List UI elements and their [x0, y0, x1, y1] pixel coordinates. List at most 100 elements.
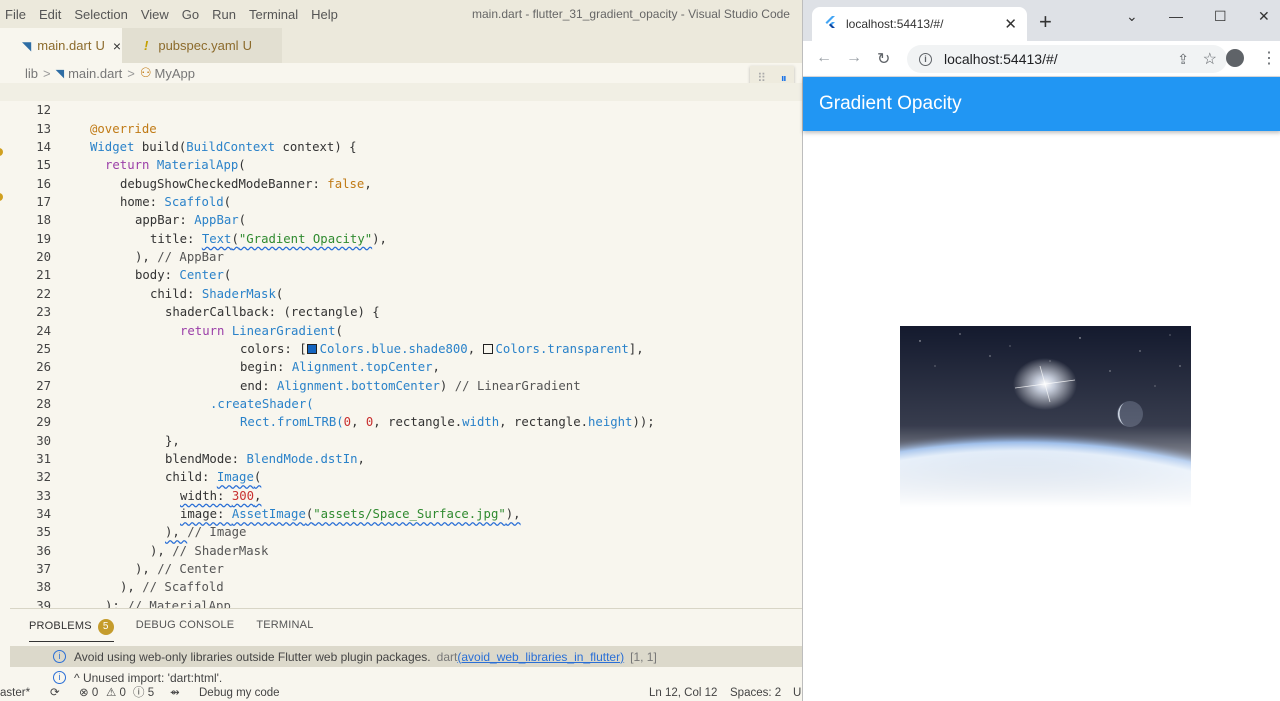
code-editor[interactable]: 12 @override 13 Widget build(BuildContex…: [0, 83, 802, 608]
status-branch[interactable]: aster*: [0, 686, 30, 701]
breadcrumb-file[interactable]: main.dart: [68, 66, 122, 81]
chevron-right-icon: >: [127, 65, 135, 81]
reload-icon[interactable]: ↻: [877, 49, 890, 69]
code-line: 36 ), // Center: [0, 523, 802, 576]
maximize-icon[interactable]: ☐: [1214, 8, 1227, 25]
dart-file-icon: ◥: [55, 67, 65, 80]
code-line: 30 blendMode: BlendMode.dstIn,: [0, 413, 802, 466]
breadcrumb-symbol[interactable]: MyApp: [155, 66, 195, 81]
menu-file[interactable]: File: [5, 7, 34, 22]
tab-label: pubspec.yaml: [158, 38, 239, 53]
code-line: 17 appBar: AppBar(: [0, 175, 802, 227]
tab-status: U: [95, 38, 105, 53]
browser-tab-strip: localhost:54413/#/ ✕ + ⌄ — ☐ ✕: [803, 0, 1280, 41]
menu-go[interactable]: Go: [182, 7, 207, 22]
problem-item[interactable]: i ^ Unused import: 'dart:html'.: [10, 667, 802, 688]
status-debug-config[interactable]: Debug my code: [199, 686, 280, 701]
code-line: 33 image: AssetImage("assets/Space_Surfa…: [0, 468, 802, 521]
status-encoding[interactable]: U: [793, 686, 801, 701]
yaml-file-icon: !: [144, 38, 149, 53]
app-title: Gradient Opacity: [819, 93, 962, 114]
tab-label: PROBLEMS: [29, 620, 92, 632]
code-line: 18 title: Text("Gradient Opacity"),: [0, 193, 802, 245]
problem-item[interactable]: i Avoid using web-only libraries outside…: [10, 646, 802, 667]
problem-position: [1, 1]: [630, 649, 657, 664]
code-line: 20 body: Center(: [0, 230, 802, 282]
site-info-icon[interactable]: i: [919, 52, 932, 66]
window-close-icon[interactable]: ✕: [1258, 8, 1270, 25]
browser-tab[interactable]: localhost:54413/#/ ✕: [812, 7, 1027, 41]
class-symbol-icon: ⚇: [139, 65, 152, 80]
code-line: 14 return MaterialApp(: [0, 120, 802, 172]
editor-tabs: ◥ main.dart U × ! pubspec.yaml U: [0, 28, 802, 63]
share-icon[interactable]: ⇪: [1177, 51, 1189, 68]
new-tab-icon[interactable]: +: [1039, 11, 1052, 33]
code-line: 24 colors: [Colors.blue.shade800, Colors…: [0, 303, 802, 356]
code-line: 21 child: ShaderMask(: [0, 248, 802, 300]
info-icon: i: [53, 671, 66, 684]
problem-message: Avoid using web-only libraries outside F…: [74, 649, 431, 664]
code-line: 15 debugShowCheckedModeBanner: false,: [0, 138, 802, 190]
menu-terminal[interactable]: Terminal: [249, 7, 306, 22]
code-line: 16 home: Scaffold(: [0, 156, 802, 209]
browser-tab-title: localhost:54413/#/: [846, 17, 944, 31]
close-tab-icon[interactable]: ✕: [1004, 15, 1017, 33]
status-errors[interactable]: ⊗ 0: [79, 686, 98, 701]
sync-icon[interactable]: ⟳: [50, 686, 60, 701]
tab-terminal[interactable]: TERMINAL: [256, 619, 313, 642]
browser-window: localhost:54413/#/ ✕ + ⌄ — ☐ ✕ ← → ↻ i l…: [802, 0, 1280, 701]
code-line: 26 end: Alignment.bottomCenter) // Linea…: [0, 340, 802, 392]
address-url: localhost:54413/#/: [944, 51, 1058, 67]
tab-label: main.dart: [37, 38, 92, 53]
tab-main-dart[interactable]: ◥ main.dart U ×: [0, 28, 122, 63]
code-line: 37 ), // Scaffold: [0, 542, 802, 594]
flutter-favicon-icon: [824, 15, 836, 33]
status-infos[interactable]: ⓘ 5: [133, 686, 154, 701]
tab-debug-console[interactable]: DEBUG CONSOLE: [136, 619, 235, 642]
menu-help[interactable]: Help: [311, 7, 346, 22]
chevron-right-icon: >: [43, 65, 51, 81]
bookmark-star-icon[interactable]: ☆: [1203, 49, 1217, 69]
status-warnings[interactable]: ⚠ 0: [106, 686, 126, 701]
vscode-window: File Edit Selection View Go Run Terminal…: [0, 0, 802, 701]
menu-edit[interactable]: Edit: [39, 7, 69, 22]
tab-search-icon[interactable]: ⌄: [1126, 8, 1138, 25]
status-indentation[interactable]: Spaces: 2: [730, 686, 781, 701]
tab-pubspec-yaml[interactable]: ! pubspec.yaml U: [122, 28, 282, 63]
address-bar[interactable]: i localhost:54413/#/ ⇪ ☆: [907, 45, 1227, 73]
code-line: 38 ); // MaterialApp: [0, 560, 802, 608]
menu-view[interactable]: View: [141, 7, 177, 22]
code-line: 34 ), // Image: [0, 487, 802, 539]
menu-selection[interactable]: Selection: [74, 7, 135, 22]
browser-toolbar: ← → ↻ i localhost:54413/#/ ⇪ ☆ ⋮: [803, 41, 1280, 77]
menu-run[interactable]: Run: [212, 7, 244, 22]
close-icon[interactable]: ×: [113, 38, 121, 54]
breadcrumb: lib > ◥ main.dart > ⚇ MyApp: [25, 63, 195, 83]
code-line: 39 }: [0, 578, 802, 608]
code-line: 12 @override: [0, 83, 802, 136]
breadcrumb-lib[interactable]: lib: [25, 66, 38, 81]
tab-status: U: [242, 38, 252, 53]
code-line: 19 ), // AppBar: [0, 211, 802, 264]
status-cursor-position[interactable]: Ln 12, Col 12: [649, 686, 717, 701]
tab-problems[interactable]: PROBLEMS 5: [29, 619, 114, 642]
menu-bar: File Edit Selection View Go Run Terminal…: [0, 0, 802, 28]
back-icon[interactable]: ←: [816, 49, 832, 67]
profile-avatar-icon[interactable]: [1226, 49, 1244, 67]
info-icon: i: [53, 650, 66, 663]
space-surface-image: [900, 326, 1191, 507]
window-title: main.dart - flutter_31_gradient_opacity …: [472, 7, 790, 21]
minimize-icon[interactable]: —: [1169, 8, 1183, 24]
code-line: 22 shaderCallback: (rectangle) {: [0, 267, 802, 319]
code-line: 27 .createShader(: [0, 358, 802, 411]
code-line: 29 },: [0, 395, 802, 447]
code-line: 28 Rect.fromLTRB(0, 0, rectangle.width, …: [0, 377, 802, 429]
code-line: 13 Widget build(BuildContext context) {: [0, 101, 802, 154]
problem-rule-link[interactable]: (avoid_web_libraries_in_flutter): [457, 650, 624, 664]
code-line: 23 return LinearGradient(: [0, 285, 802, 337]
problem-message: ^ Unused import: 'dart:html'.: [74, 670, 223, 685]
app-bar: Gradient Opacity: [803, 77, 1280, 131]
more-menu-icon[interactable]: ⋮: [1261, 48, 1277, 68]
forward-icon[interactable]: →: [846, 49, 862, 67]
code-line: 35 ), // ShaderMask: [0, 505, 802, 557]
